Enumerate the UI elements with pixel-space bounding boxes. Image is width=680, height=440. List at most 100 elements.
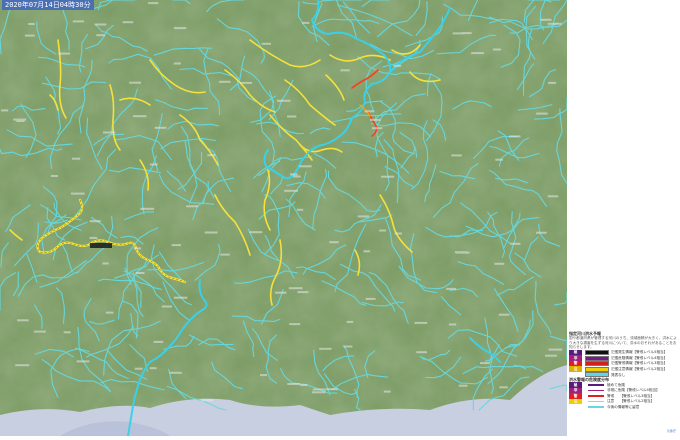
place-label-mark xyxy=(416,351,427,354)
place-label-mark xyxy=(28,23,35,25)
place-label-mark xyxy=(274,291,287,294)
place-label-mark xyxy=(173,27,187,30)
legend-line xyxy=(588,389,604,392)
place-label-mark xyxy=(446,287,457,290)
place-label-mark xyxy=(302,21,310,24)
place-label-mark xyxy=(103,131,116,134)
place-label-mark xyxy=(287,383,300,385)
place-label-mark xyxy=(186,205,199,208)
legend-item-label: 発表なし xyxy=(611,372,626,377)
place-label-mark xyxy=(284,189,298,192)
legend-line xyxy=(588,395,604,397)
place-label-mark xyxy=(133,247,141,250)
place-label-mark xyxy=(105,311,114,314)
place-label-mark xyxy=(102,262,109,265)
place-label-mark xyxy=(72,20,85,23)
place-label-mark xyxy=(379,229,387,232)
place-label-mark xyxy=(153,340,164,343)
place-label-mark xyxy=(471,52,484,55)
place-label-mark xyxy=(16,120,25,122)
place-label-mark xyxy=(149,367,157,370)
place-label-mark xyxy=(122,21,134,24)
place-label-mark xyxy=(296,208,304,211)
place-label-mark xyxy=(207,154,216,157)
place-label-mark xyxy=(545,354,557,357)
legend-swatch xyxy=(585,355,609,361)
place-label-mark xyxy=(548,348,563,351)
legend-designated-items: 極 氾濫発生情報【警戒レベル5相当】 非 氾濫危険情報【警戒レベル4相当】 警 … xyxy=(569,349,678,378)
timestamp-label: 2020年07月14日04時30分 xyxy=(2,0,94,10)
place-label-mark xyxy=(171,244,181,247)
place-label-mark xyxy=(94,23,107,26)
place-label-mark xyxy=(393,64,402,67)
legend-designated-note: 国や都道府県が管理する河川のうち、流域面積が大きく、洪水により大きな損害を生ずる… xyxy=(569,336,677,350)
station-label-box xyxy=(90,243,112,248)
place-label-mark xyxy=(260,374,267,377)
place-label-mark xyxy=(1,109,9,112)
place-label-mark xyxy=(133,115,147,118)
legend-panel: 指定河川洪水予報 国や都道府県が管理する河川のうち、流域面積が大きく、洪水により… xyxy=(569,331,678,434)
place-label-mark xyxy=(290,173,298,176)
place-label-mark xyxy=(17,319,29,322)
place-label-mark xyxy=(343,345,353,348)
legend-item-label: 氾濫警戒情報【警戒レベル3相当】 xyxy=(611,361,668,366)
place-label-mark xyxy=(311,391,326,394)
place-label-mark xyxy=(370,118,381,121)
legend-line xyxy=(588,406,604,408)
place-label-mark xyxy=(173,296,188,299)
place-label-mark xyxy=(499,386,508,389)
place-label-mark xyxy=(24,34,35,37)
place-label-mark xyxy=(249,231,263,234)
place-label-mark xyxy=(204,231,218,234)
legend-risk-item: 今後の情報等に留意 xyxy=(569,404,678,410)
place-label-mark xyxy=(329,241,339,244)
place-label-mark xyxy=(364,110,374,113)
place-label-mark xyxy=(71,157,81,160)
place-label-mark xyxy=(394,232,403,235)
place-label-mark xyxy=(458,384,468,387)
place-label-mark xyxy=(15,364,30,367)
place-label-mark xyxy=(340,69,350,72)
place-label-mark xyxy=(383,390,391,393)
place-label-mark xyxy=(89,220,101,223)
legend-swatch xyxy=(585,361,609,367)
place-label-mark xyxy=(498,313,510,316)
place-label-mark xyxy=(493,48,501,51)
place-label-mark xyxy=(140,207,155,210)
legend-item-label: 氾濫発生情報【警戒レベル5相当】 xyxy=(611,350,668,355)
place-label-mark xyxy=(50,175,58,177)
place-label-mark xyxy=(63,331,71,334)
place-label-mark xyxy=(509,135,521,138)
place-label-mark xyxy=(129,81,141,84)
place-label-mark xyxy=(70,192,85,195)
place-label-mark xyxy=(448,323,457,326)
place-label-mark xyxy=(363,250,371,253)
place-label-mark xyxy=(161,305,172,308)
place-label-mark xyxy=(455,251,470,254)
level-badge xyxy=(569,404,582,410)
flood-risk-map[interactable] xyxy=(0,0,568,437)
legend-item-label: 氾濫注意情報【警戒レベル2相当】 xyxy=(611,367,668,371)
place-label-mark xyxy=(261,42,271,45)
place-label-mark xyxy=(154,126,167,129)
place-label-mark xyxy=(58,52,71,55)
place-label-mark xyxy=(150,163,158,166)
place-label-mark xyxy=(494,262,505,265)
legend-item-label: 極めて危険 xyxy=(607,382,625,387)
place-label-mark xyxy=(381,175,395,178)
place-label-mark xyxy=(414,321,428,324)
place-label-mark xyxy=(540,18,552,21)
legend-designated-item: 警 氾濫警戒情報【警戒レベル3相当】 xyxy=(569,360,678,367)
legend-item-label: 非常に危険【警戒レベル4相当】 xyxy=(607,388,660,393)
legend-line xyxy=(588,400,604,403)
map-canvas xyxy=(0,0,568,437)
place-label-mark xyxy=(293,175,301,178)
place-label-mark xyxy=(33,330,46,333)
place-label-mark xyxy=(547,195,559,198)
place-label-mark xyxy=(300,384,308,386)
place-label-mark xyxy=(200,399,214,402)
place-label-mark xyxy=(536,112,548,115)
place-label-mark xyxy=(173,62,181,65)
place-label-mark xyxy=(134,367,143,370)
place-label-mark xyxy=(89,236,98,239)
